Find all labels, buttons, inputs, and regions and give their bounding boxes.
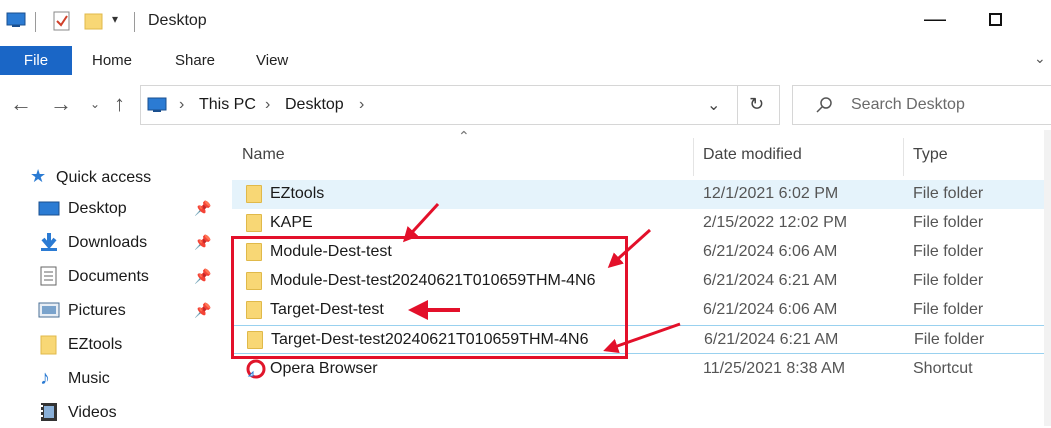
arrow-icon	[607, 228, 652, 269]
arrow-icon	[603, 322, 681, 354]
arrow-icon	[402, 202, 440, 243]
scrollbar[interactable]	[1044, 130, 1051, 426]
annotation-arrows	[402, 202, 681, 354]
